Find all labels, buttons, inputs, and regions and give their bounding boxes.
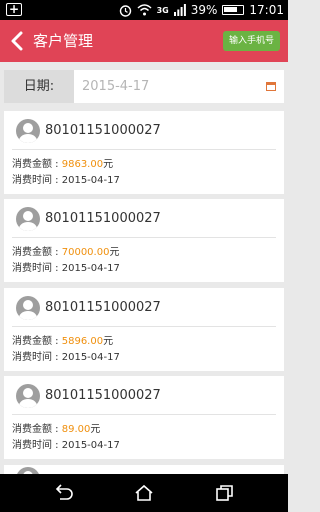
divider [12,414,276,415]
currency-label: 元 [103,336,114,347]
amount-value: 89.00 [61,424,91,435]
status-bar: + 3G 39% 17:01 [0,0,288,20]
record-card[interactable]: 80101151000027 消费金额 : 9863.00元 消费时间 : 20… [4,111,284,194]
nav-bar: 客户管理 输入手机号 [0,20,288,62]
amount-line: 消费金额 : 89.00元 [12,423,100,436]
customer-id: 80101151000027 [45,300,161,315]
time-line: 消费时间 : 2015-04-17 [12,262,120,275]
signal-icon [173,4,186,16]
recents-icon[interactable] [212,482,236,504]
time-line: 消费时间 : 2015-04-17 [12,439,120,452]
time-label: 消费时间 : [12,263,62,274]
time-label: 消费时间 : [12,440,62,451]
currency-label: 元 [90,424,101,435]
time-label: 消费时间 : [12,352,62,363]
home-icon[interactable] [132,482,156,504]
system-nav-bar [0,474,288,512]
divider [12,149,276,150]
page-title: 客户管理 [33,32,94,50]
alarm-icon [119,4,131,17]
time-value: 2015-04-17 [61,175,120,186]
record-card[interactable]: 80101151000027 消费金额 : 70000.00元 消费时间 : 2… [4,199,284,282]
time-label: 消费时间 : [12,175,62,186]
avatar-icon [16,384,40,408]
currency-label: 元 [109,247,120,258]
network-label: 3G [156,5,169,15]
customer-id: 80101151000027 [45,123,161,138]
avatar-icon [16,119,40,143]
amount-value: 70000.00 [61,247,110,258]
amount-label: 消费金额 : [12,159,62,170]
divider [12,326,276,327]
date-filter[interactable]: 日期: 2015-4-17 [4,70,284,103]
battery-percent: 39% [190,3,218,17]
avatar-icon [16,207,40,231]
amount-line: 消费金额 : 70000.00元 [12,246,119,259]
back-icon[interactable] [8,30,28,52]
amount-line: 消费金额 : 9863.00元 [12,158,113,171]
enter-phone-button[interactable]: 输入手机号 [223,31,280,51]
back-nav-icon[interactable] [52,482,76,504]
time-value: 2015-04-17 [61,440,120,451]
time-line: 消费时间 : 2015-04-17 [12,174,120,187]
amount-value: 5896.00 [61,336,104,347]
divider [12,237,276,238]
date-label: 日期: [4,70,74,103]
amount-label: 消费金额 : [12,336,62,347]
customer-id: 80101151000027 [45,211,161,226]
amount-value: 9863.00 [61,159,104,170]
amount-label: 消费金额 : [12,424,62,435]
currency-label: 元 [103,159,114,170]
calendar-icon[interactable] [266,82,276,91]
avatar-icon [16,296,40,320]
battery-icon [222,5,245,15]
time-value: 2015-04-17 [61,263,120,274]
time-line: 消费时间 : 2015-04-17 [12,351,120,364]
date-value[interactable]: 2015-4-17 [82,70,149,103]
clock: 17:01 [249,3,284,17]
notification-plus-icon: + [6,3,22,16]
record-card[interactable]: 80101151000027 消费金额 : 89.00元 消费时间 : 2015… [4,376,284,459]
time-value: 2015-04-17 [61,352,120,363]
amount-line: 消费金额 : 5896.00元 [12,335,113,348]
record-card[interactable]: 80101151000027 消费金额 : 5896.00元 消费时间 : 20… [4,288,284,371]
wifi-icon [137,4,152,16]
amount-label: 消费金额 : [12,247,62,258]
customer-id: 80101151000027 [45,388,161,403]
